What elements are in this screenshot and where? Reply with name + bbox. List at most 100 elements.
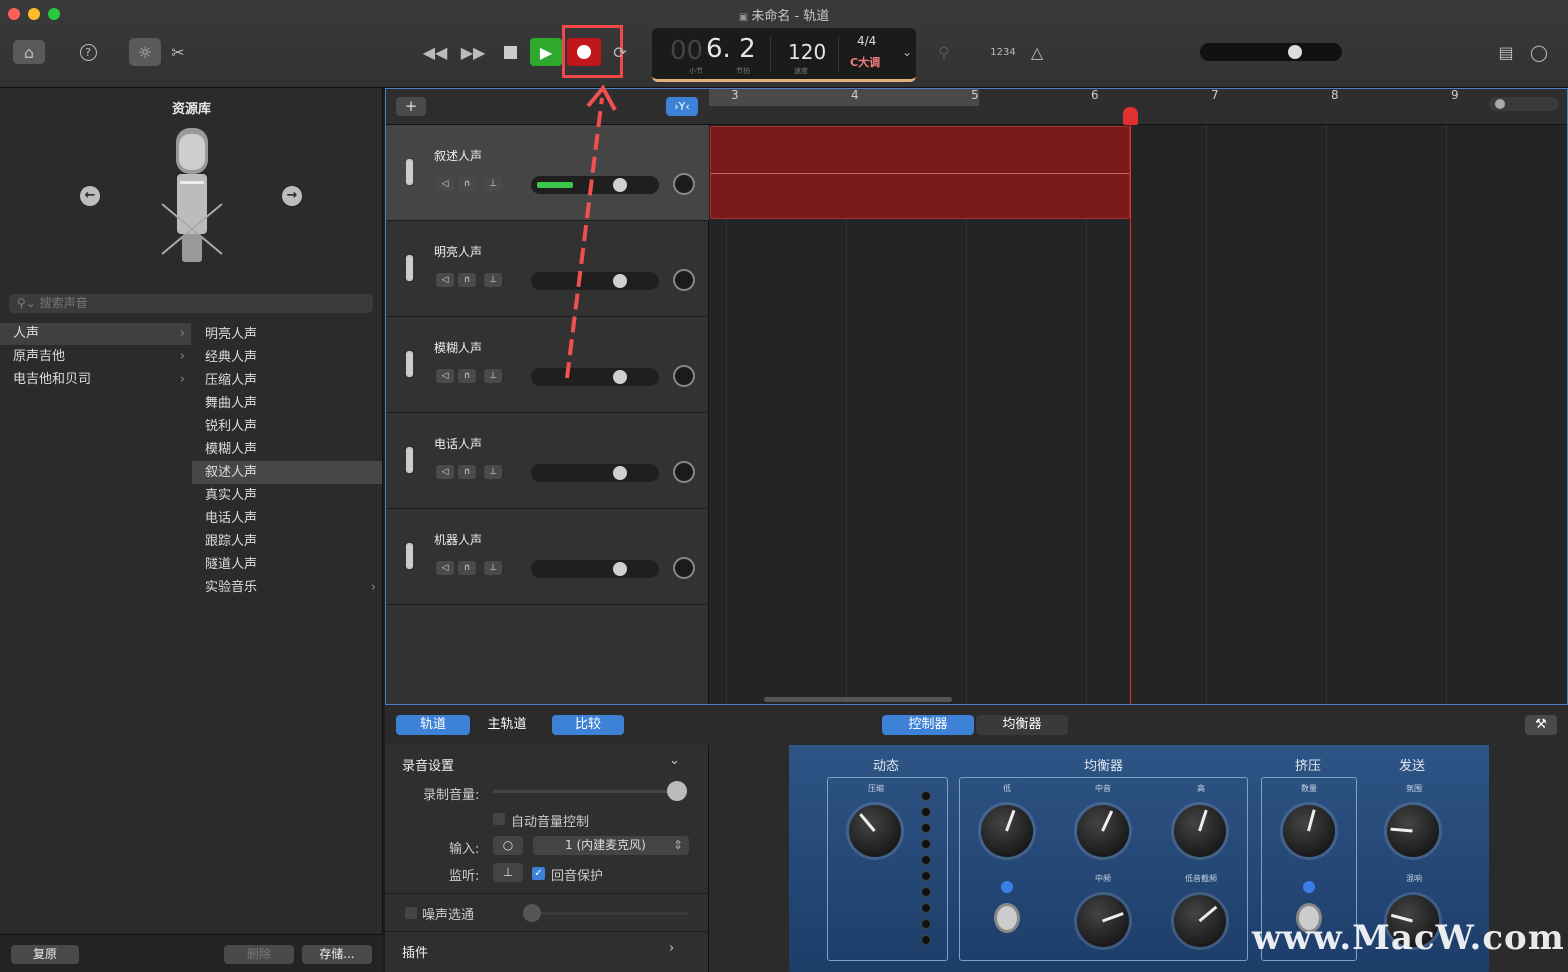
sound-search-input[interactable]: ⚲⌄ 搜索声音: [9, 294, 373, 313]
track-volume-slider[interactable]: [531, 464, 659, 482]
library-back-button[interactable]: ←: [80, 186, 100, 206]
add-track-button[interactable]: +: [396, 97, 426, 116]
tuner-button[interactable]: ⚲: [932, 40, 956, 64]
volume-knob[interactable]: [613, 562, 627, 576]
loop-browser-button[interactable]: ◯: [1527, 40, 1551, 64]
mute-button[interactable]: ◁: [436, 465, 454, 479]
plugin-settings-button[interactable]: ⚒: [1525, 715, 1557, 735]
play-button[interactable]: ▶: [530, 38, 562, 66]
solo-button[interactable]: ∩: [458, 273, 476, 287]
editors-button[interactable]: ✂: [168, 40, 188, 64]
library-button[interactable]: ⌂: [13, 40, 45, 64]
cycle-button[interactable]: ⟳: [608, 40, 632, 64]
timeline-ruler[interactable]: 3 4 5 6 7 8 9: [709, 88, 1567, 125]
compress-knob[interactable]: [849, 805, 901, 857]
master-volume-slider[interactable]: [1200, 43, 1342, 61]
library-category-vocal[interactable]: 人声 ›: [0, 323, 191, 345]
smart-controls-button[interactable]: ☼: [129, 38, 161, 66]
help-button[interactable]: ?: [76, 40, 100, 64]
save-button[interactable]: 存储...: [302, 945, 372, 964]
solo-button[interactable]: ∩: [458, 465, 476, 479]
plugins-row[interactable]: 插件: [402, 942, 428, 961]
metronome-button[interactable]: △: [1026, 40, 1048, 64]
pan-knob[interactable]: [673, 557, 695, 579]
eq-low-cut-knob[interactable]: [1174, 895, 1226, 947]
eq-toggle-switch[interactable]: [994, 903, 1020, 933]
record-enable-button[interactable]: ⊥: [484, 177, 502, 191]
patch-item[interactable]: 隧道人声: [192, 553, 382, 576]
track-row[interactable]: 电话人声 ◁ ∩ ⊥: [386, 413, 709, 509]
mute-button[interactable]: ◁: [436, 561, 454, 575]
noise-gate-slider[interactable]: [525, 912, 689, 915]
rewind-button[interactable]: ◀◀: [422, 40, 448, 64]
feedback-protection-checkbox[interactable]: ✓: [532, 867, 545, 880]
library-forward-button[interactable]: →: [282, 186, 302, 206]
mute-button[interactable]: ◁: [436, 273, 454, 287]
mute-button[interactable]: ◁: [436, 177, 454, 191]
noise-gate-checkbox[interactable]: [405, 907, 417, 919]
tab-track[interactable]: 轨道: [396, 715, 470, 735]
tab-eq[interactable]: 均衡器: [976, 715, 1068, 735]
pan-knob[interactable]: [673, 269, 695, 291]
patch-item[interactable]: 真实人声: [192, 484, 382, 507]
record-enable-button[interactable]: ⊥: [484, 561, 502, 575]
revert-button[interactable]: 复原: [11, 945, 79, 964]
eq-high-knob[interactable]: [1174, 805, 1226, 857]
record-enable-button[interactable]: ⊥: [484, 465, 502, 479]
patch-item[interactable]: 舞曲人声: [192, 392, 382, 415]
volume-knob[interactable]: [613, 466, 627, 480]
patch-item[interactable]: 压缩人声: [192, 369, 382, 392]
eq-low-knob[interactable]: [981, 805, 1033, 857]
ambience-knob[interactable]: [1387, 805, 1439, 857]
track-row[interactable]: 明亮人声 ◁ ∩ ⊥: [386, 221, 709, 317]
tab-compare[interactable]: 比较: [552, 715, 624, 735]
audio-region[interactable]: [710, 126, 1130, 219]
horizontal-scrollbar[interactable]: [764, 697, 952, 702]
pan-knob[interactable]: [673, 365, 695, 387]
input-select[interactable]: 1 (内建麦克风) ⇕: [533, 836, 689, 855]
input-mono-button[interactable]: ○: [493, 836, 523, 855]
track-row-selected[interactable]: 叙述人声 ◁ ∩ ⊥: [386, 125, 709, 221]
noise-gate-knob[interactable]: [523, 904, 541, 922]
patch-item[interactable]: 跟踪人声: [192, 530, 382, 553]
smart-tempo-button[interactable]: ›Y‹: [666, 97, 698, 116]
master-volume-knob[interactable]: [1288, 45, 1302, 59]
track-volume-slider[interactable]: [531, 560, 659, 578]
auto-level-checkbox[interactable]: [493, 813, 505, 825]
pan-knob[interactable]: [673, 461, 695, 483]
solo-button[interactable]: ∩: [458, 369, 476, 383]
stop-button[interactable]: [499, 40, 521, 64]
patch-item[interactable]: 锐利人声: [192, 415, 382, 438]
tab-master-track[interactable]: 主轨道: [472, 715, 542, 735]
mute-button[interactable]: ◁: [436, 369, 454, 383]
delete-button[interactable]: 删除: [224, 945, 294, 964]
monitor-button[interactable]: ⊥: [493, 863, 523, 882]
squeeze-amount-knob[interactable]: [1283, 805, 1335, 857]
library-category-acoustic-guitar[interactable]: 原声吉他 ›: [0, 346, 191, 368]
solo-button[interactable]: ∩: [458, 177, 476, 191]
playhead-handle[interactable]: [1123, 107, 1138, 125]
chevron-right-icon[interactable]: ›: [669, 941, 674, 956]
chevron-down-icon[interactable]: ⌄: [669, 753, 680, 768]
notepad-button[interactable]: ▤: [1494, 40, 1518, 64]
solo-button[interactable]: ∩: [458, 561, 476, 575]
record-level-knob[interactable]: [667, 781, 687, 801]
count-in-button[interactable]: 1234: [988, 42, 1018, 62]
zoom-slider[interactable]: [1489, 97, 1559, 111]
record-enable-button[interactable]: ⊥: [484, 273, 502, 287]
patch-item-experimental[interactable]: 实验音乐 ›: [192, 576, 382, 599]
eq-mid-freq-knob[interactable]: [1077, 895, 1129, 947]
tab-controls[interactable]: 控制器: [882, 715, 974, 735]
patch-item[interactable]: 经典人声: [192, 346, 382, 369]
record-level-slider[interactable]: [493, 790, 683, 793]
zoom-knob[interactable]: [1495, 99, 1505, 109]
lcd-display[interactable]: 00 6. 2 小节 节拍 120 速度 4/4 C大调: [652, 28, 916, 82]
eq-mid-knob[interactable]: [1077, 805, 1129, 857]
patch-item-selected[interactable]: 叙述人声: [192, 461, 382, 484]
patch-item[interactable]: 明亮人声: [192, 323, 382, 346]
patch-item[interactable]: 电话人声: [192, 507, 382, 530]
patch-item[interactable]: 模糊人声: [192, 438, 382, 461]
track-row[interactable]: 模糊人声 ◁ ∩ ⊥: [386, 317, 709, 413]
track-row[interactable]: 机器人声 ◁ ∩ ⊥: [386, 509, 709, 605]
lcd-menu-chevron[interactable]: ⌄: [898, 42, 916, 62]
